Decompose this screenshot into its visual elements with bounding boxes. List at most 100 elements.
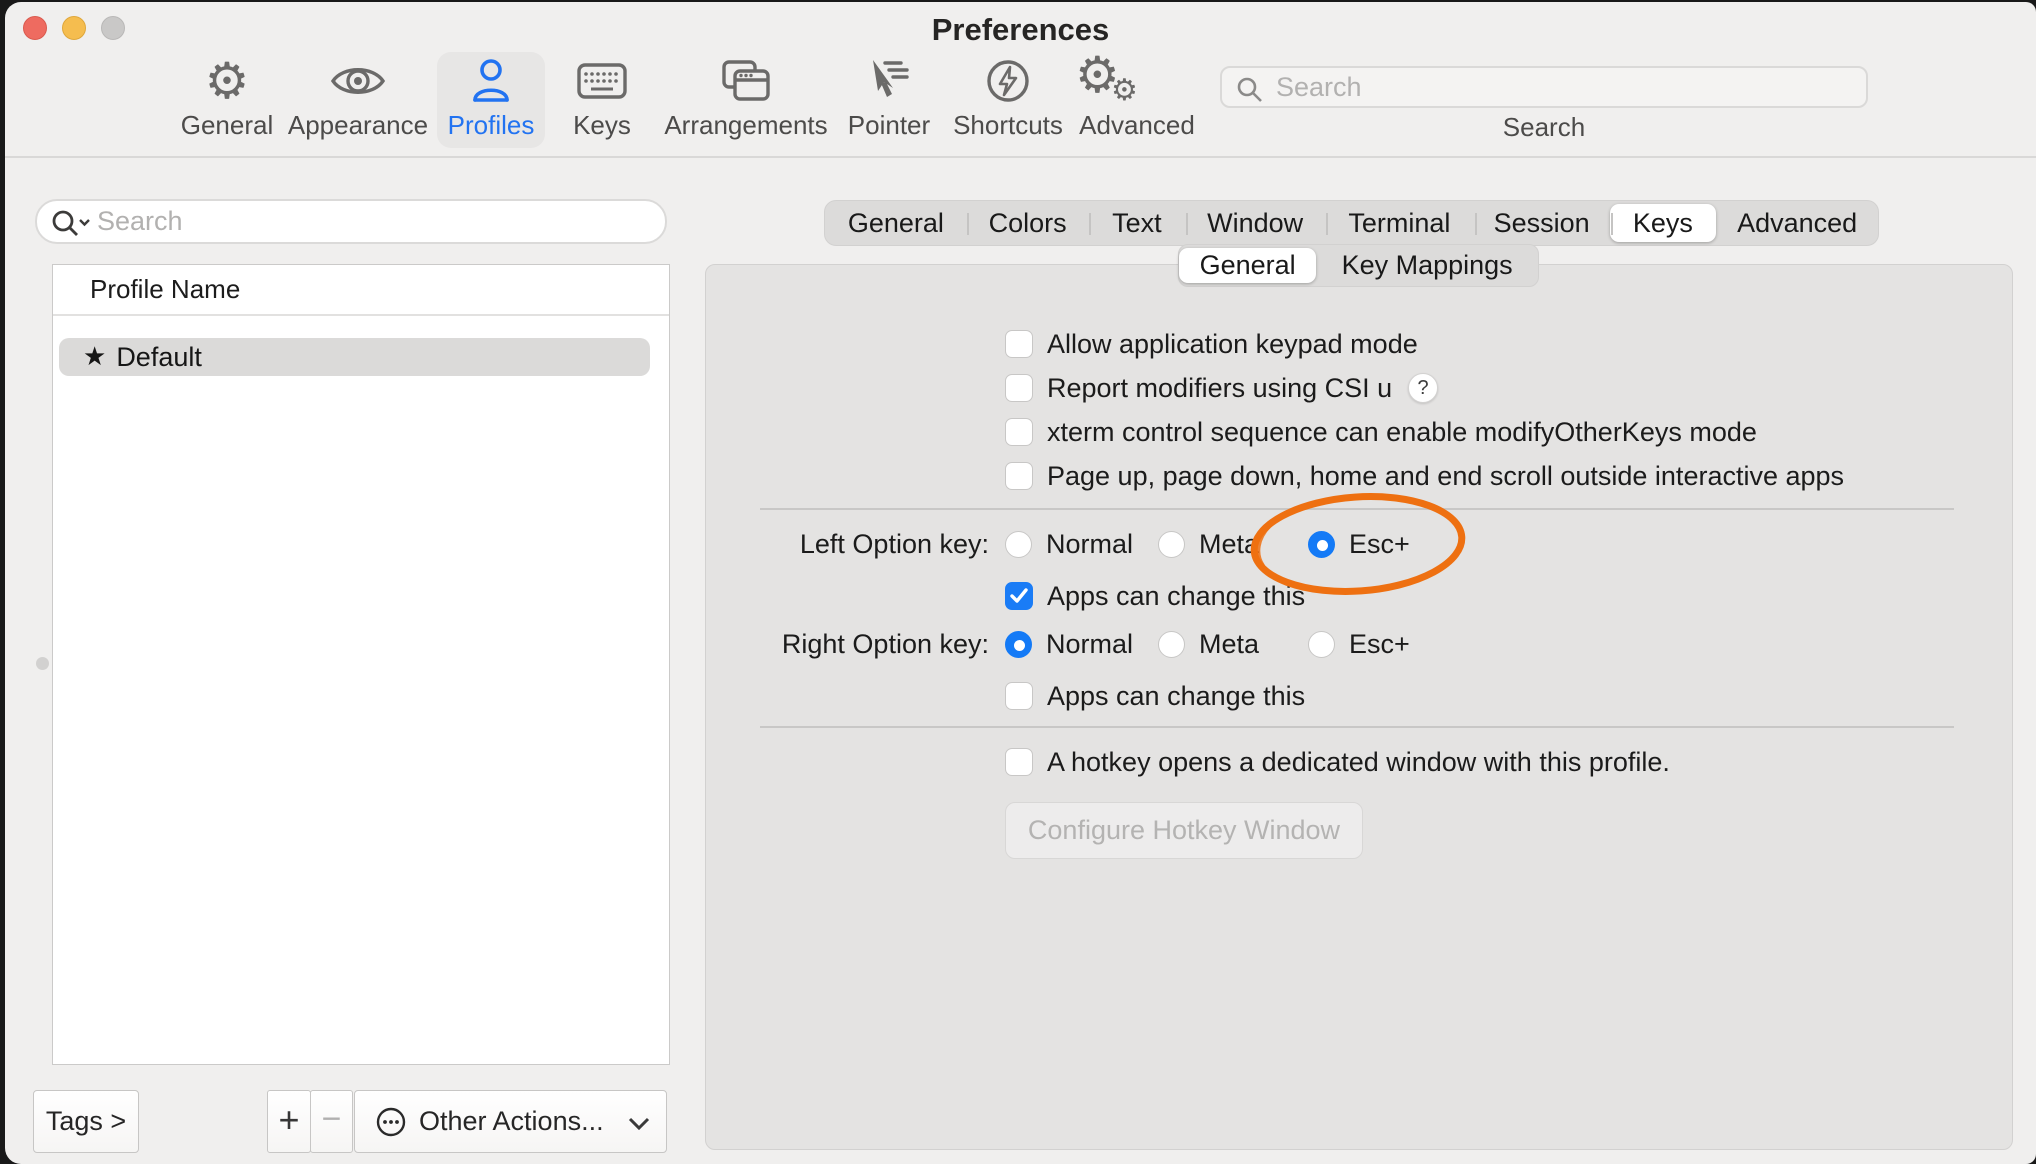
toolbar-item-label: Appearance bbox=[278, 110, 438, 140]
gears-icon: ⚙ ⚙ bbox=[1067, 52, 1147, 110]
radio-circle[interactable] bbox=[1158, 531, 1185, 558]
radio-label: Meta bbox=[1199, 529, 1259, 560]
tab-label: Window bbox=[1207, 208, 1303, 239]
radio-circle[interactable] bbox=[1005, 631, 1032, 658]
toolbar-item-profiles[interactable]: Profiles bbox=[437, 52, 545, 148]
tags-button-label: Tags > bbox=[46, 1106, 126, 1137]
header-divider bbox=[53, 314, 669, 316]
toolbar-search-label: Search bbox=[1220, 112, 1868, 143]
subtab-label: General bbox=[1200, 250, 1296, 281]
radio-label: Normal bbox=[1046, 529, 1133, 560]
check-icon bbox=[1009, 587, 1029, 605]
other-actions-label: Other Actions... bbox=[419, 1106, 604, 1137]
tab-label: Text bbox=[1112, 208, 1162, 239]
other-actions-dropdown[interactable]: Other Actions... bbox=[354, 1090, 667, 1153]
tab-colors[interactable]: Colors bbox=[967, 201, 1089, 245]
tab-separator bbox=[1611, 213, 1613, 235]
default-star-icon: ★ bbox=[83, 342, 106, 372]
profile-tab-bar: General Colors Text Window Terminal Sess… bbox=[824, 200, 1879, 246]
radio-right-meta[interactable]: Meta bbox=[1158, 627, 1259, 661]
chevron-down-icon bbox=[628, 1117, 650, 1130]
toolbar-item-general[interactable]: ⚙ General bbox=[167, 52, 287, 148]
tab-text[interactable]: Text bbox=[1089, 201, 1186, 245]
tab-label: General bbox=[848, 208, 944, 239]
checkbox-row: Page up, page down, home and end scroll … bbox=[1005, 459, 1844, 493]
checkbox-row: Report modifiers using CSI u bbox=[1005, 371, 1392, 405]
checkbox-label: Apps can change this bbox=[1047, 681, 1305, 712]
plus-icon: + bbox=[278, 1099, 299, 1141]
tab-separator bbox=[1186, 213, 1188, 235]
profile-list-header: Profile Name bbox=[90, 265, 240, 314]
tab-session[interactable]: Session bbox=[1474, 201, 1610, 245]
checkbox-allow-keypad[interactable] bbox=[1005, 330, 1033, 358]
checkbox-csi-u[interactable] bbox=[1005, 374, 1033, 402]
radio-left-normal[interactable]: Normal bbox=[1005, 527, 1133, 561]
search-icon bbox=[1236, 76, 1264, 104]
checkbox-left-apps-change[interactable] bbox=[1005, 582, 1033, 610]
toolbar-search-field[interactable] bbox=[1220, 66, 1868, 108]
add-profile-button[interactable]: + bbox=[267, 1090, 311, 1153]
radio-circle[interactable] bbox=[1158, 631, 1185, 658]
sidebar-drag-dot bbox=[36, 657, 49, 670]
tab-label: Advanced bbox=[1737, 208, 1857, 239]
windows-icon bbox=[656, 52, 836, 110]
gear-icon: ⚙ bbox=[167, 52, 287, 110]
radio-left-esc[interactable]: Esc+ bbox=[1308, 527, 1410, 561]
subtab-general[interactable]: General bbox=[1179, 248, 1316, 283]
tab-window[interactable]: Window bbox=[1185, 201, 1325, 245]
configure-button-label: Configure Hotkey Window bbox=[1028, 815, 1340, 846]
radio-label: Esc+ bbox=[1349, 629, 1410, 660]
toolbar-search-input[interactable] bbox=[1222, 68, 1866, 106]
radio-left-meta[interactable]: Meta bbox=[1158, 527, 1259, 561]
toolbar-item-label: Advanced bbox=[1067, 110, 1207, 140]
checkbox-hotkey-window[interactable] bbox=[1005, 748, 1033, 776]
checkbox-label: Page up, page down, home and end scroll … bbox=[1047, 461, 1844, 492]
radio-circle[interactable] bbox=[1308, 531, 1335, 558]
tab-keys[interactable]: Keys bbox=[1610, 204, 1717, 242]
profile-search-input[interactable] bbox=[37, 201, 665, 242]
toolbar-item-label: Keys bbox=[557, 110, 647, 140]
toolbar-item-appearance[interactable]: Appearance bbox=[278, 52, 438, 148]
tab-terminal[interactable]: Terminal bbox=[1325, 201, 1474, 245]
toolbar-item-keys[interactable]: Keys bbox=[557, 52, 647, 148]
toolbar-item-advanced[interactable]: ⚙ ⚙ Advanced bbox=[1067, 52, 1207, 148]
toolbar-item-label: Shortcuts bbox=[943, 110, 1073, 140]
toolbar-item-label: Profiles bbox=[437, 110, 545, 140]
checkbox-row: xterm control sequence can enable modify… bbox=[1005, 415, 1757, 449]
toolbar-item-label: Arrangements bbox=[656, 110, 836, 140]
radio-right-normal[interactable]: Normal bbox=[1005, 627, 1133, 661]
subtab-key-mappings[interactable]: Key Mappings bbox=[1316, 245, 1538, 286]
keys-subtab-bar: General Key Mappings bbox=[1178, 244, 1539, 287]
radio-circle[interactable] bbox=[1005, 531, 1032, 558]
tags-button[interactable]: Tags > bbox=[33, 1090, 139, 1153]
tab-label: Session bbox=[1494, 208, 1590, 239]
tab-separator bbox=[1475, 213, 1477, 235]
person-icon bbox=[437, 52, 545, 110]
profile-row-default[interactable]: ★ Default bbox=[59, 338, 650, 376]
profile-list: Profile Name ★ Default bbox=[52, 264, 670, 1065]
window-title: Preferences bbox=[5, 12, 2036, 48]
profile-name: Default bbox=[116, 342, 202, 373]
lightning-icon bbox=[943, 52, 1073, 110]
checkbox-row: Allow application keypad mode bbox=[1005, 327, 1418, 361]
checkbox-label: xterm control sequence can enable modify… bbox=[1047, 417, 1757, 448]
help-button[interactable]: ? bbox=[1408, 373, 1438, 403]
toolbar-divider bbox=[5, 156, 2036, 158]
checkbox-label: A hotkey opens a dedicated window with t… bbox=[1047, 747, 1670, 778]
checkbox-modify-other-keys[interactable] bbox=[1005, 418, 1033, 446]
minus-icon: − bbox=[322, 1100, 342, 1139]
tab-label: Terminal bbox=[1348, 208, 1450, 239]
ellipsis-circle-icon bbox=[375, 1106, 407, 1138]
checkbox-page-scroll[interactable] bbox=[1005, 462, 1033, 490]
remove-profile-button[interactable]: − bbox=[310, 1090, 353, 1153]
profile-search-field[interactable] bbox=[35, 199, 667, 244]
tab-advanced[interactable]: Advanced bbox=[1716, 201, 1878, 245]
toolbar-item-shortcuts[interactable]: Shortcuts bbox=[943, 52, 1073, 148]
tab-general[interactable]: General bbox=[825, 201, 967, 245]
radio-right-esc[interactable]: Esc+ bbox=[1308, 627, 1410, 661]
toolbar-item-pointer[interactable]: Pointer bbox=[834, 52, 944, 148]
toolbar-item-arrangements[interactable]: Arrangements bbox=[656, 52, 836, 148]
checkbox-right-apps-change[interactable] bbox=[1005, 682, 1033, 710]
configure-hotkey-window-button[interactable]: Configure Hotkey Window bbox=[1005, 802, 1363, 859]
radio-circle[interactable] bbox=[1308, 631, 1335, 658]
